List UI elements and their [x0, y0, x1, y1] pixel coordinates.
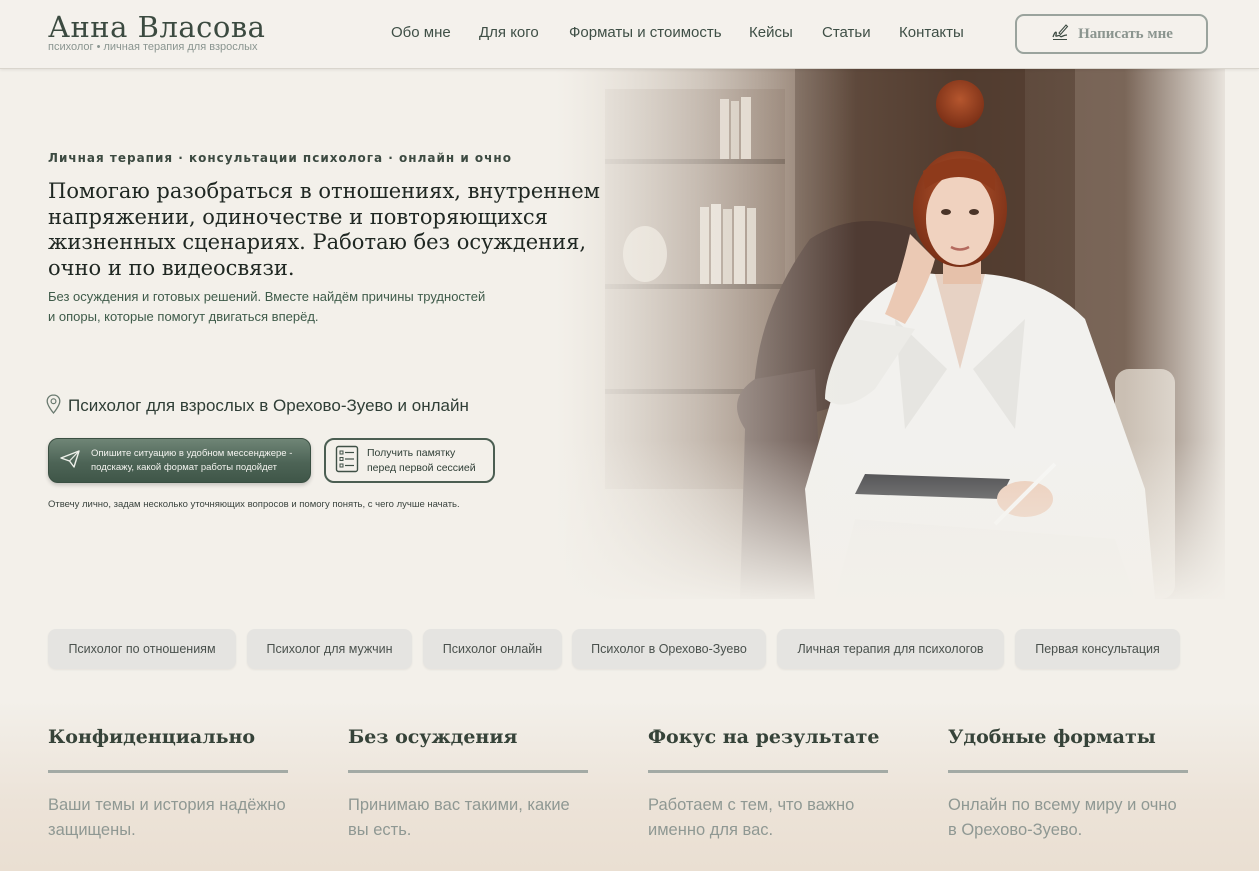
feature-text: Принимаю вас такими, какие вы есть.	[348, 796, 570, 839]
nav-link-formats[interactable]: Форматы и стоимость	[569, 24, 722, 41]
feature-results-focus: Фокус на результате Работаем с тем, что …	[648, 724, 888, 843]
nav-link-cases[interactable]: Кейсы	[749, 24, 793, 41]
location-text: Психолог для взрослых в Орехово-Зуево и …	[68, 396, 469, 415]
write-me-label: Написать мне	[1078, 25, 1173, 42]
chip-for-men[interactable]: Психолог для мужчин	[247, 629, 412, 669]
logo[interactable]: Анна Власова психолог • личная терапия д…	[48, 10, 265, 53]
location-line: Психолог для взрослых в Орехово-Зуево и …	[46, 393, 469, 419]
chip-online[interactable]: Психолог онлайн	[423, 629, 562, 669]
hero-subline-line-2: и опоры, которые помогут двигаться вперё…	[48, 309, 319, 324]
site-header: Анна Власова психолог • личная терапия д…	[0, 0, 1259, 69]
write-me-button[interactable]: Написать мне	[1015, 14, 1208, 54]
feature-no-judgment: Без осуждения Принимаю вас такими, какие…	[348, 724, 588, 843]
nav-link-articles[interactable]: Статьи	[822, 24, 871, 41]
chip-relationships[interactable]: Психолог по отношениям	[48, 629, 236, 669]
chip-orekhovo-zuevo[interactable]: Психолог в Орехово-Зуево	[572, 629, 766, 669]
pen-signature-icon	[1050, 22, 1070, 47]
feature-divider	[648, 770, 888, 773]
logo-tagline: психолог • личная терапия для взрослых	[48, 41, 258, 53]
chip-therapy-for-psychologists[interactable]: Личная терапия для психологов	[777, 629, 1004, 669]
feature-convenient-formats: Удобные форматы Онлайн по всему миру и о…	[948, 724, 1188, 843]
messenger-cta-label: Опишите ситуацию в удобном мессенджере -…	[91, 447, 293, 473]
feature-text: Онлайн по всему миру и очно в Орехово-Зу…	[948, 796, 1177, 839]
hero-portrait-image	[555, 69, 1225, 599]
memo-cta-label: Получить памятку перед первой сессией	[367, 446, 476, 476]
messenger-cta-button[interactable]: Опишите ситуацию в удобном мессенджере -…	[48, 438, 311, 483]
hero-headline: Помогаю разобраться в отношениях, внутре…	[48, 179, 601, 280]
feature-divider	[48, 770, 288, 773]
map-pin-icon	[46, 393, 61, 419]
paper-plane-icon	[59, 448, 81, 474]
memo-cta-line-2: перед первой сессией	[367, 461, 476, 474]
feature-confidential: Конфиденциально Ваши темы и история надё…	[48, 724, 288, 843]
nav-link-for-whom[interactable]: Для кого	[479, 24, 539, 41]
hero-subline-line-1: Без осуждения и готовых решений. Вместе …	[48, 289, 486, 304]
hero-subline: Без осуждения и готовых решений. Вместе …	[48, 287, 548, 327]
nav-link-about[interactable]: Обо мне	[391, 24, 451, 41]
checklist-icon	[335, 445, 359, 477]
feature-divider	[348, 770, 588, 773]
nav-link-contacts[interactable]: Контакты	[899, 24, 964, 41]
feature-title: Без осуждения	[348, 726, 518, 748]
memo-cta-line-1: Получить памятку	[367, 446, 456, 459]
feature-title: Фокус на результате	[648, 726, 880, 748]
feature-divider	[948, 770, 1188, 773]
feature-title: Удобные форматы	[948, 726, 1156, 748]
feature-text: Ваши темы и история надёжно защищены.	[48, 796, 286, 839]
chip-first-consultation[interactable]: Первая консультация	[1015, 629, 1180, 669]
hero-eyebrow: Личная терапия · консультации психолога …	[48, 151, 512, 165]
memo-cta-button[interactable]: Получить памятку перед первой сессией	[324, 438, 495, 483]
feature-text: Работаем с тем, что важно именно для вас…	[648, 796, 855, 839]
logo-name: Анна Власова	[48, 10, 266, 44]
feature-title: Конфиденциально	[48, 726, 256, 748]
response-note: Отвечу лично, задам несколько уточняющих…	[48, 499, 460, 510]
